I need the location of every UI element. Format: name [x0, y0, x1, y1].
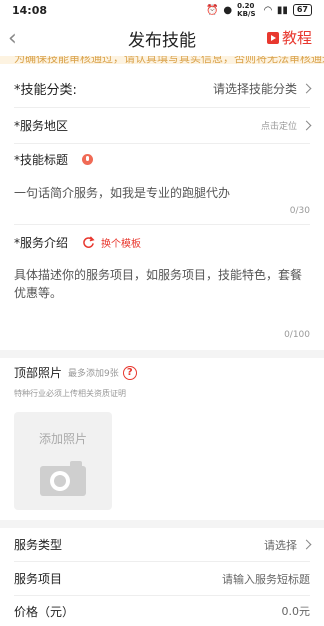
service-intro-label: *服务介绍: [14, 235, 69, 250]
category-label: *技能分类:: [14, 83, 77, 98]
region-locate-button[interactable]: 点击定位: [260, 119, 312, 132]
price-input[interactable]: 0.0元: [282, 603, 311, 619]
section-divider: [0, 350, 324, 358]
change-template-button[interactable]: 换个模板: [101, 235, 141, 250]
page-title: 发布技能: [128, 30, 196, 51]
photo-subtitle: 特种行业必须上传相关资质证明: [14, 389, 126, 398]
category-value: 请选择技能分类: [212, 82, 297, 96]
photo-section-title: 顶部照片 最多添加9张 ?: [14, 364, 137, 381]
price-row[interactable]: 价格（元） 0.0元: [14, 594, 310, 626]
status-bar: 14:08 ⏰ ● 0.20 KB/S ◠ ▮▮ 67: [0, 0, 324, 20]
alarm-icon: ⏰: [205, 4, 219, 16]
service-type-select[interactable]: 请选择: [264, 537, 312, 553]
photo-title: 顶部照片: [14, 366, 63, 380]
service-item-row[interactable]: 服务项目 请输入服务短标题: [14, 562, 310, 596]
price-label: 价格（元）: [14, 604, 75, 619]
add-photo-label: 添加照片: [38, 432, 87, 446]
battery-icon: 67: [292, 4, 312, 16]
divider: [14, 224, 310, 225]
category-select[interactable]: 请选择技能分类: [212, 80, 312, 97]
navigation-bar: ‹ 发布技能 教程: [0, 22, 324, 54]
region-value: 点击定位: [260, 122, 297, 132]
tutorial-label: 教程: [281, 29, 312, 47]
network-speed: 0.20 KB/S: [237, 2, 256, 18]
mic-icon[interactable]: [82, 153, 94, 165]
help-icon[interactable]: ?: [122, 365, 137, 380]
skill-title-counter: 0/30: [289, 206, 310, 216]
service-item-input[interactable]: 请输入服务短标题: [222, 571, 310, 587]
skill-title-label: *技能标题: [14, 152, 69, 167]
status-time: 14:08: [12, 3, 48, 17]
wifi-icon: ◠: [264, 4, 272, 16]
service-intro-row: *服务介绍 换个模板: [14, 226, 310, 258]
notice-text: 为确保技能审核通过，请认真填写真实信息，否则将无法审核通过: [14, 56, 324, 64]
location-icon: ●: [223, 4, 233, 16]
camera-icon: [40, 461, 86, 496]
category-row[interactable]: *技能分类: 请选择技能分类: [14, 70, 312, 108]
service-type-label: 服务类型: [14, 538, 63, 552]
back-icon[interactable]: ‹: [8, 24, 28, 52]
chevron-right-icon: [301, 539, 312, 550]
service-type-value: 请选择: [264, 538, 297, 552]
status-icons: ⏰ ● 0.20 KB/S ◠ ▮▮ 67: [206, 2, 312, 18]
service-intro-input[interactable]: 具体描述你的服务项目，如服务项目，技能特色，套餐优惠等。: [14, 266, 310, 302]
add-photo-button[interactable]: 添加照片: [14, 412, 112, 510]
signal-icon: ▮▮: [276, 4, 288, 16]
section-divider: [0, 520, 324, 528]
skill-title-row: *技能标题: [14, 144, 310, 174]
service-intro-counter: 0/100: [284, 330, 310, 340]
photo-hint: 最多添加9张: [68, 369, 119, 379]
refresh-icon[interactable]: [82, 235, 95, 249]
service-type-row[interactable]: 服务类型 请选择: [14, 528, 312, 562]
chevron-right-icon: [301, 120, 312, 131]
region-label: *服务地区: [14, 119, 69, 133]
notice-banner: 为确保技能审核通过，请认真填写真实信息，否则将无法审核通过: [0, 56, 324, 64]
region-row[interactable]: *服务地区 点击定位: [14, 108, 312, 144]
service-item-label: 服务项目: [14, 572, 63, 586]
chevron-right-icon: [301, 83, 312, 94]
tutorial-button[interactable]: 教程: [266, 27, 312, 48]
play-icon: [266, 31, 279, 44]
skill-title-input[interactable]: 一句话简介服务，如我是专业的跑腿代办: [14, 184, 310, 202]
